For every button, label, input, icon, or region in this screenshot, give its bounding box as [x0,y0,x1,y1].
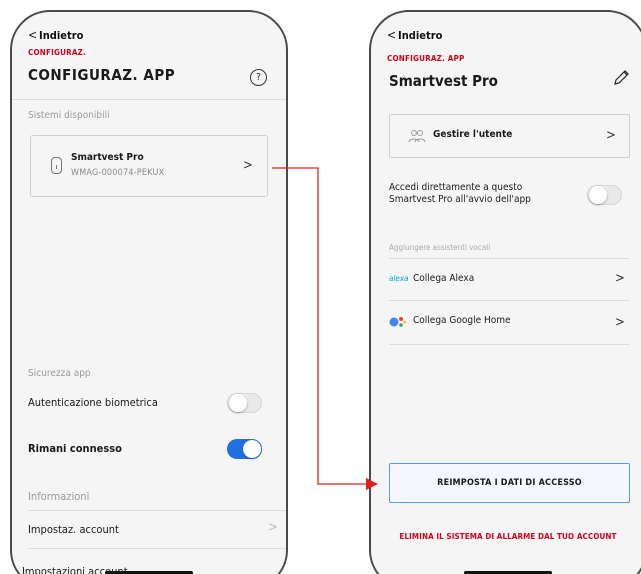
reset-access-data-button[interactable]: REIMPOSTA I DATI DI ACCESSO [389,463,630,503]
breadcrumb: CONFIGURAZ. APP [387,54,465,63]
stay-connected-toggle[interactable] [227,439,262,459]
biometric-label: Autenticazione biometrica [28,396,158,409]
system-card-smartvest-pro[interactable]: Smartvest Pro WMAG-000074-PEKUX > [30,135,268,197]
system-name: Smartvest Pro [71,152,144,163]
voice-assistants-label: Aggiungere assistenti vocali [389,243,491,252]
back-label: Indietro [39,28,84,42]
connect-alexa-row[interactable]: alexa Collega Alexa > [389,258,629,300]
back-button[interactable]: < Indietro [28,28,83,42]
manage-user-label: Gestire l'utente [433,129,513,140]
chevron-left-icon: < [387,28,397,42]
direct-access-toggle[interactable] [587,185,622,205]
users-icon [408,130,426,143]
phone-configuraz-app: < Indietro CONFIGURAZ. CONFIGURAZ. APP ?… [10,10,288,574]
chevron-right-icon: > [268,520,278,535]
biometric-toggle[interactable] [227,393,262,413]
direct-access-label: Accedi direttamente a questo Smartvest P… [389,182,531,205]
back-button[interactable]: < Indietro [387,28,442,42]
divider [28,548,286,549]
manage-user-button[interactable]: Gestire l'utente > [389,114,630,158]
divider [12,99,286,100]
chevron-right-icon: > [243,158,253,173]
connect-google-home-label: Collega Google Home [413,315,511,326]
question-circle-icon[interactable]: ? [250,69,267,86]
chevron-right-icon: > [615,315,625,330]
breadcrumb: CONFIGURAZ. [28,48,87,57]
systems-section-label: Sistemi disponibili [28,110,110,121]
chevron-right-icon: > [606,128,616,143]
system-code: WMAG-000074-PEKUX [71,168,165,178]
google-assistant-icon [389,317,406,327]
delete-alarm-system-link[interactable]: ELIMINA IL SISTEMA DI ALLARME DAL TUO AC… [371,532,641,541]
stay-connected-label: Rimani connesso [28,442,122,455]
chevron-right-icon: > [615,271,625,286]
connect-google-home-row[interactable]: Collega Google Home > [389,300,629,345]
page-title: CONFIGURAZ. APP [28,66,176,84]
device-icon [51,157,62,174]
info-section-label: Informazioni [28,490,90,503]
pencil-icon[interactable] [611,68,631,88]
page-title: Smartvest Pro [389,72,498,90]
phone-smartvest-pro: < Indietro CONFIGURAZ. APP Smartvest Pro… [369,10,641,574]
connect-alexa-label: Collega Alexa [413,273,475,284]
divider [28,510,286,511]
back-label: Indietro [398,28,443,42]
chevron-left-icon: < [28,28,38,42]
security-section-label: Sicurezza app [28,368,91,379]
account-settings-row[interactable]: Impostaz. account [28,523,119,536]
alexa-icon: alexa [389,274,409,283]
